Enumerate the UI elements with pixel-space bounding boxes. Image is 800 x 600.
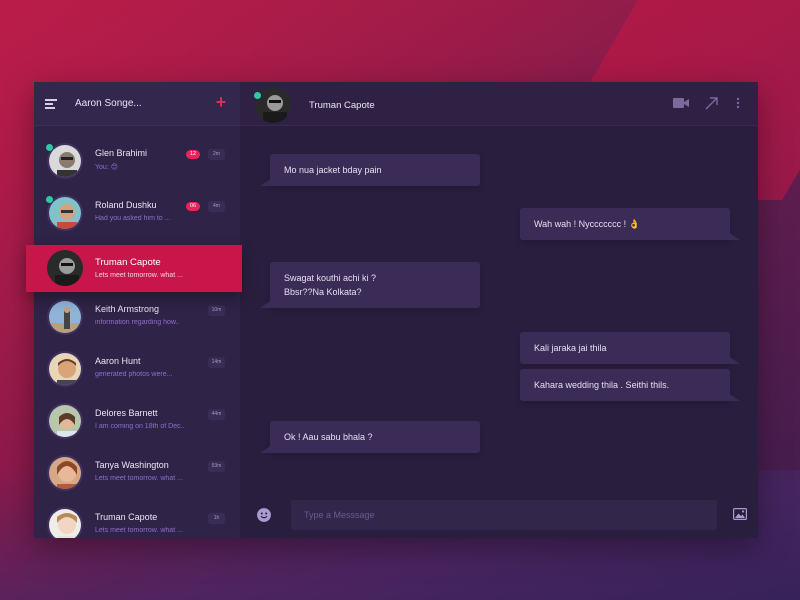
- message-bubble-outgoing: Kahara wedding thila . Seithi thils.: [520, 369, 740, 401]
- online-indicator: [46, 144, 53, 151]
- contact-name: Roland Dushku: [95, 200, 157, 210]
- contact-name: Keith Armstrong: [95, 304, 160, 314]
- contact-item[interactable]: Aaron Hunt generated photos were... 14m: [34, 342, 240, 394]
- more-options-icon[interactable]: [736, 97, 740, 109]
- message-preview: Lets meet tomorrow. what ...: [95, 272, 183, 279]
- message-bubble-incoming: Ok ! Aau sabu bhala ?: [260, 421, 480, 453]
- contact-name: Aaron Hunt: [95, 356, 141, 366]
- message-bubble-incoming: Mo nua jacket bday pain: [260, 154, 480, 186]
- contact-item[interactable]: Glen Brahimi You: 😊 12 2m: [34, 134, 240, 186]
- chat-title: Truman Capote: [309, 100, 375, 111]
- message-preview: You: 😊: [95, 164, 118, 171]
- avatar: [47, 351, 83, 387]
- contact-name: Glen Brahimi: [95, 148, 148, 158]
- message-text: Wah wah ! Nyccccccc ! 👌: [534, 219, 640, 229]
- active-contact-item[interactable]: Truman Capote Lets meet tomorrow. what .…: [26, 245, 242, 292]
- message-text: Kali jaraka jai thila: [534, 343, 607, 353]
- timestamp: 4m: [208, 201, 225, 212]
- hamburger-menu-icon[interactable]: [45, 99, 57, 109]
- contact-item[interactable]: Roland Dushku Had you asked him to ... 0…: [34, 186, 240, 238]
- contact-name: Truman Capote: [95, 257, 161, 268]
- message-text: Swagat kouthi achi ki ?: [284, 273, 377, 283]
- online-indicator: [46, 196, 53, 203]
- timestamp: 53m: [208, 461, 225, 472]
- avatar: [47, 299, 83, 335]
- contact-list: Glen Brahimi You: 😊 12 2m Roland Dushku …: [34, 134, 240, 538]
- contact-item[interactable]: Truman Capote Lets meet tomorrow. what .…: [34, 498, 240, 538]
- avatar: [47, 403, 83, 439]
- contact-item[interactable]: Delores Barnett I am coming on 18th of D…: [34, 394, 240, 446]
- chat-header: Truman Capote: [240, 82, 758, 126]
- timestamp: 1h: [208, 513, 225, 524]
- sidebar: Aaron Songe... + Glen Brahimi You: 😊 12 …: [34, 82, 240, 538]
- message-preview: Had you asked him to ...: [95, 215, 171, 222]
- message-input[interactable]: [291, 500, 717, 530]
- chat-app-window: Aaron Songe... + Glen Brahimi You: 😊 12 …: [26, 82, 758, 538]
- avatar: [47, 507, 83, 538]
- video-call-icon[interactable]: [673, 97, 689, 109]
- timestamp: 14m: [208, 357, 225, 368]
- message-preview: Lets meet tomorrow. what ...: [95, 475, 183, 482]
- message-bubble-incoming: Swagat kouthi achi ki ? Bbsr??Na Kolkata…: [260, 262, 480, 308]
- avatar: [47, 455, 83, 491]
- contact-name: Tanya Washington: [95, 460, 169, 470]
- avatar: [255, 87, 291, 123]
- expand-icon[interactable]: [705, 97, 718, 110]
- unread-badge: 06: [186, 202, 201, 211]
- emoji-icon[interactable]: [257, 508, 271, 522]
- message-preview: I am coming on 18th of Dec..: [95, 423, 185, 430]
- message-text: Kahara wedding thila . Seithi thils.: [534, 380, 670, 390]
- current-user-name: Aaron Songe...: [75, 98, 142, 109]
- online-indicator: [254, 92, 261, 99]
- timestamp: 10m: [208, 305, 225, 316]
- message-preview: Lets meet tomorrow. what ...: [95, 527, 183, 534]
- chat-panel: Truman Capote Mo nua jacket bday pain Wa…: [240, 82, 758, 538]
- contact-name: Delores Barnett: [95, 408, 158, 418]
- message-text: Ok ! Aau sabu bhala ?: [284, 432, 373, 442]
- contact-name: Truman Capote: [95, 512, 158, 522]
- contact-item[interactable]: Keith Armstrong information regarding ho…: [34, 290, 240, 342]
- add-conversation-icon[interactable]: +: [214, 93, 228, 111]
- contact-item[interactable]: Tanya Washington Lets meet tomorrow. wha…: [34, 446, 240, 498]
- message-preview: information regarding how..: [95, 319, 180, 326]
- timestamp: 2m: [208, 149, 225, 160]
- sidebar-header: Aaron Songe... +: [34, 82, 240, 126]
- message-preview: generated photos were...: [95, 371, 173, 378]
- message-text: Bbsr??Na Kolkata?: [284, 287, 362, 297]
- timestamp: 44m: [208, 409, 225, 420]
- avatar: [47, 250, 83, 286]
- message-bubble-outgoing: Kali jaraka jai thila: [520, 332, 740, 364]
- unread-badge: 12: [186, 150, 201, 159]
- message-text: Mo nua jacket bday pain: [284, 165, 382, 175]
- message-bubble-outgoing: Wah wah ! Nyccccccc ! 👌: [520, 208, 740, 240]
- attach-image-icon[interactable]: [733, 508, 747, 520]
